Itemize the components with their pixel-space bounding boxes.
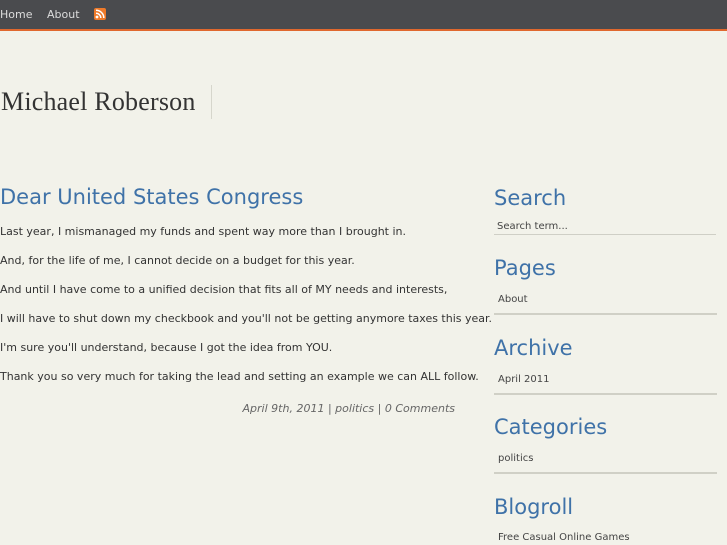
post-paragraph: And until I have come to a unified decis… bbox=[0, 283, 448, 296]
archive-item-april-2011[interactable]: April 2011 bbox=[498, 374, 549, 385]
search-input[interactable] bbox=[494, 219, 716, 235]
post-category-link[interactable]: politics bbox=[335, 402, 374, 415]
post-paragraph: Thank you so very much for taking the le… bbox=[0, 370, 479, 383]
widget-divider bbox=[494, 313, 717, 315]
post-paragraph: Last year, I mismanaged my funds and spe… bbox=[0, 225, 407, 238]
title-divider bbox=[211, 85, 212, 119]
post-meta: April 9th, 2011 | politics | 0 Comments bbox=[243, 402, 455, 415]
nav-home-link[interactable]: Home bbox=[0, 8, 32, 21]
top-nav-bar: Home About bbox=[0, 0, 727, 31]
rss-icon[interactable] bbox=[94, 8, 106, 20]
widget-divider bbox=[494, 393, 717, 395]
blogroll-item-free-casual-online-games[interactable]: Free Casual Online Games bbox=[498, 532, 630, 543]
nav-about-link[interactable]: About bbox=[47, 8, 80, 21]
site-title[interactable]: Michael Roberson bbox=[1, 87, 196, 117]
post-paragraph: I'm sure you'll understand, because I go… bbox=[0, 341, 333, 354]
meta-separator: | bbox=[327, 402, 332, 415]
widget-divider bbox=[494, 472, 717, 474]
categories-item-politics[interactable]: politics bbox=[498, 453, 533, 464]
categories-widget-title: Categories bbox=[494, 415, 608, 439]
post-comments-link[interactable]: 0 Comments bbox=[385, 402, 455, 415]
pages-item-about[interactable]: About bbox=[498, 294, 528, 305]
meta-separator: | bbox=[377, 402, 382, 415]
post-paragraph: I will have to shut down my checkbook an… bbox=[0, 312, 493, 325]
archive-widget-title: Archive bbox=[494, 336, 573, 360]
post-paragraph: And, for the life of me, I cannot decide… bbox=[0, 254, 355, 267]
search-widget-title: Search bbox=[494, 186, 567, 210]
blogroll-widget-title: Blogroll bbox=[494, 495, 574, 519]
post-title-link[interactable]: Dear United States Congress bbox=[0, 185, 303, 209]
post-date: April 9th, 2011 bbox=[242, 402, 325, 415]
pages-widget-title: Pages bbox=[494, 256, 556, 280]
